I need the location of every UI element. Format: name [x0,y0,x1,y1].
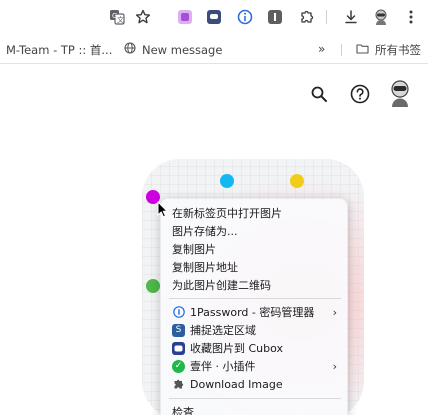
menu-item-label: 收藏图片到 Cubox [190,342,284,355]
menu-item-open-image-new-tab[interactable]: 在新标签页中打开图片 [161,204,349,222]
extension-purple-icon[interactable] [176,8,194,26]
search-icon[interactable] [310,85,328,107]
bookmark-new-message[interactable]: New message [124,42,222,57]
menu-item-download-image[interactable]: Download Image [161,375,349,393]
menu-item-copy-image-address[interactable]: 复制图片地址 [161,258,349,276]
menu-item-label: 检查 [172,406,194,415]
bookmark-label: M-Team - TP :: 首... [6,43,113,57]
mouse-pointer-icon [157,201,169,222]
yiban-icon: ✓ [172,359,185,373]
submenu-arrow-icon: › [332,306,337,319]
snipaste-icon: S [172,323,185,337]
menu-item-label: 1Password - 密码管理器 [190,306,315,319]
submenu-arrow-icon: › [332,360,337,373]
kebab-menu-icon[interactable] [402,8,420,26]
menu-item-label: Download Image [190,377,283,391]
bookmarks-overflow-button[interactable]: » [318,42,325,56]
dot-cyan [220,174,234,188]
toolbar-divider [326,10,327,24]
download-icon[interactable] [342,8,360,26]
1password-icon [172,306,185,319]
menu-item-copy-image[interactable]: 复制图片 [161,240,349,258]
translate-icon[interactable]: G文 [108,8,126,26]
menu-item-save-to-cubox[interactable]: 收藏图片到 Cubox [161,339,349,357]
menu-item-create-qr-code[interactable]: 为此图片创建二维码 [161,276,349,294]
menu-item-save-image-as[interactable]: 图片存储为... [161,222,349,240]
menu-item-yiban[interactable]: ✓ 壹伴 · 小插件 › [161,357,349,375]
context-menu: 在新标签页中打开图片 图片存储为... 复制图片 复制图片地址 为此图片创建二维… [160,198,348,415]
profile-avatar-icon[interactable] [372,8,390,26]
menu-item-1password[interactable]: 1Password - 密码管理器 › [161,303,349,321]
folder-icon [356,43,369,57]
menu-item-label: 复制图片 [172,243,216,256]
dot-yellow [290,174,304,188]
bookmarks-divider [341,44,342,56]
menu-item-label: 壹伴 · 小插件 [190,360,256,373]
bookmark-label: New message [142,42,223,57]
menu-item-label: 为此图片创建二维码 [172,279,271,292]
user-avatar-icon[interactable] [386,78,414,112]
extension-info-icon[interactable] [236,8,254,26]
extensions-puzzle-icon[interactable] [298,8,316,26]
menu-separator [169,398,341,399]
menu-item-inspect[interactable]: 检查 [161,403,349,415]
extension-gray-icon[interactable] [266,8,284,26]
menu-item-label: 图片存储为... [172,225,238,238]
help-icon[interactable] [350,84,370,108]
bookmark-m-team[interactable]: M-Team - TP :: 首... [0,42,112,58]
menu-item-label: 在新标签页中打开图片 [172,207,282,220]
browser-window: G文 M-Team - TP :: 首... New message » 所有书… [0,0,428,415]
globe-icon [124,42,136,57]
menu-item-capture-region[interactable]: S 捕捉选定区域 [161,321,349,339]
puzzle-icon [172,378,185,391]
svg-text:文: 文 [117,15,124,24]
menu-separator [169,298,341,299]
bookmarks-bar: M-Team - TP :: 首... New message » 所有书签 [0,34,428,64]
menu-item-label: 捕捉选定区域 [190,324,256,337]
extension-dark-blue-icon[interactable] [205,8,223,26]
browser-toolbar: G文 [0,0,428,34]
all-bookmarks-label: 所有书签 [375,43,421,57]
all-bookmarks-button[interactable]: 所有书签 [356,42,421,58]
menu-item-label: 复制图片地址 [172,261,238,274]
bookmark-star-icon[interactable] [134,8,152,26]
dot-green [146,279,160,293]
cubox-icon [172,341,185,355]
